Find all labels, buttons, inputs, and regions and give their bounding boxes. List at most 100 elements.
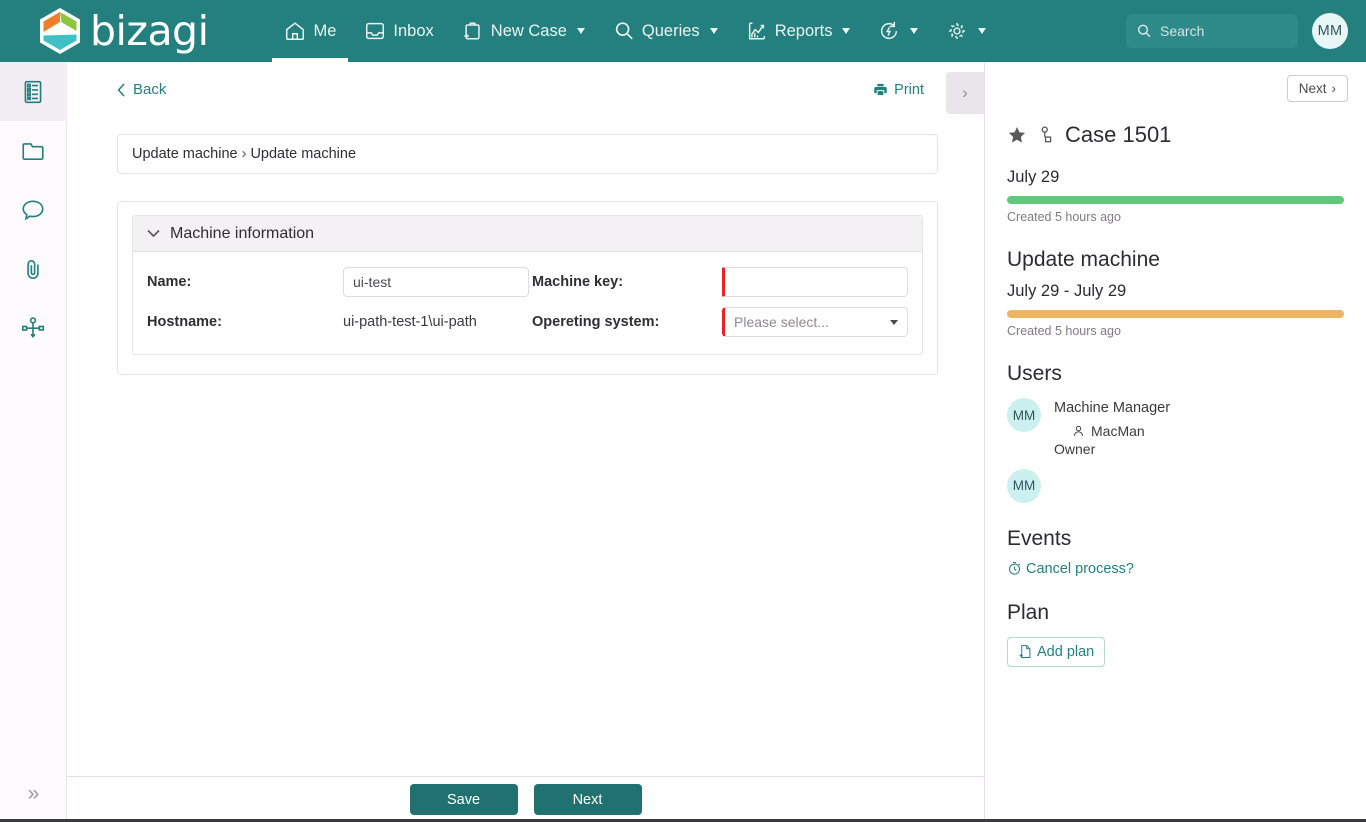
nav-label-reports: Reports bbox=[774, 21, 833, 40]
rail-item-process[interactable] bbox=[0, 298, 67, 357]
reports-icon bbox=[746, 20, 768, 42]
top-bar-right: MM bbox=[1126, 13, 1366, 49]
application-window: bizagi Me Inbox New Case Queries Reports… bbox=[0, 0, 1366, 822]
chevron-down-icon[interactable] bbox=[147, 229, 160, 238]
case-date: July 29 bbox=[1007, 168, 1060, 186]
breadcrumb-item-1: Update machine bbox=[250, 146, 357, 162]
activity-created-note: Created 5 hours ago bbox=[1007, 324, 1121, 338]
content-scroll-area: Update machine › Update machine Machine bbox=[67, 117, 984, 776]
nav-item-me[interactable]: Me bbox=[270, 0, 350, 62]
printer-icon bbox=[873, 82, 888, 97]
nav-item-settings[interactable] bbox=[932, 0, 1000, 62]
activity-title: Update machine bbox=[1007, 248, 1160, 271]
attachment-icon bbox=[20, 256, 46, 282]
gear-icon bbox=[946, 20, 968, 42]
double-chevron-right-icon: » bbox=[27, 782, 40, 805]
chevron-right-icon: › bbox=[962, 82, 968, 102]
avatar-initials: MM bbox=[1012, 478, 1036, 494]
nav-item-reports[interactable]: Reports bbox=[732, 0, 865, 62]
left-icon-rail: » bbox=[0, 62, 67, 822]
machine-key-input[interactable] bbox=[722, 267, 908, 297]
comment-icon bbox=[20, 197, 46, 223]
new-case-icon bbox=[462, 20, 484, 42]
folder-icon bbox=[20, 138, 46, 164]
user-info: Machine Manager MacMan Owner bbox=[1054, 398, 1170, 457]
hostname-value: ui-path-test-1\ui-path bbox=[343, 314, 477, 330]
list-item[interactable]: MM bbox=[1007, 468, 1344, 503]
brand-name: bizagi bbox=[90, 6, 209, 55]
content-toolbar: Back Print › bbox=[67, 62, 984, 117]
activity-progress-bar bbox=[1007, 310, 1344, 318]
rail-item-folder[interactable] bbox=[0, 121, 67, 180]
chevron-down-icon bbox=[978, 28, 987, 34]
add-plan-button[interactable]: Add plan bbox=[1007, 636, 1106, 667]
nav-label-new-case: New Case bbox=[490, 21, 567, 40]
bizagi-hexagon-icon bbox=[38, 7, 82, 55]
print-button[interactable]: Print bbox=[873, 82, 924, 98]
timer-icon bbox=[1007, 561, 1022, 576]
form-row-hostname: Hostname: ui-path-test-1\ui-path Opereti… bbox=[147, 307, 908, 337]
chevron-right-icon: › bbox=[1331, 80, 1337, 96]
panel-toolbar: Next › bbox=[985, 62, 1366, 114]
print-label: Print bbox=[894, 81, 924, 98]
global-search[interactable] bbox=[1126, 14, 1298, 48]
operating-system-select[interactable]: Please select... bbox=[722, 307, 908, 337]
nav-item-queries[interactable]: Queries bbox=[599, 0, 732, 62]
user-avatar[interactable]: MM bbox=[1312, 13, 1348, 49]
nav-item-new-case[interactable]: New Case bbox=[448, 0, 599, 62]
save-button[interactable]: Save bbox=[409, 784, 518, 815]
breadcrumb-separator: › bbox=[241, 146, 247, 162]
list-item[interactable]: MM Machine Manager MacMan Owner bbox=[1007, 398, 1344, 457]
cancel-process-label: Cancel process? bbox=[1026, 560, 1134, 577]
chevron-left-icon bbox=[117, 82, 126, 97]
chevron-down-icon bbox=[910, 28, 919, 34]
chevron-down-icon bbox=[576, 28, 585, 34]
avatar-initials: MM bbox=[1317, 23, 1343, 39]
inbox-icon bbox=[364, 20, 386, 42]
chevron-down-icon bbox=[890, 320, 898, 325]
case-title: Case 1501 bbox=[1065, 122, 1172, 147]
next-button[interactable]: Next bbox=[533, 784, 642, 815]
panel-next-label: Next bbox=[1298, 80, 1327, 96]
nav-label-inbox: Inbox bbox=[393, 21, 434, 40]
add-document-icon bbox=[1018, 644, 1033, 659]
form-card: Machine information Name: Machine key: bbox=[117, 201, 938, 375]
star-icon[interactable] bbox=[1007, 125, 1027, 145]
avatar-initials: MM bbox=[1012, 407, 1036, 423]
section-title: Machine information bbox=[170, 224, 315, 242]
machine-information-section: Machine information Name: Machine key: bbox=[132, 215, 923, 355]
process-icon bbox=[20, 315, 46, 341]
panel-next-button[interactable]: Next › bbox=[1286, 74, 1348, 102]
nav-label-queries: Queries bbox=[641, 21, 700, 40]
back-button[interactable]: Back bbox=[117, 81, 166, 98]
rail-item-attachments[interactable] bbox=[0, 239, 67, 298]
case-link-icon[interactable] bbox=[1036, 125, 1056, 145]
breadcrumb-item-0: Update machine bbox=[132, 146, 238, 162]
section-header[interactable]: Machine information bbox=[133, 216, 922, 252]
section-body: Name: Machine key: Hostname bbox=[133, 252, 922, 354]
breadcrumb: Update machine › Update machine bbox=[117, 134, 938, 174]
name-input[interactable] bbox=[343, 267, 529, 297]
nav-item-sync[interactable] bbox=[864, 0, 932, 62]
rail-item-form[interactable] bbox=[0, 62, 67, 121]
activity-date: July 29 - July 29 bbox=[1007, 282, 1127, 300]
person-icon bbox=[1072, 424, 1085, 438]
top-navigation-bar: bizagi Me Inbox New Case Queries Reports… bbox=[0, 0, 1366, 62]
avatar: MM bbox=[1007, 468, 1041, 503]
plan-heading: Plan bbox=[1007, 600, 1050, 624]
case-created-note: Created 5 hours ago bbox=[1007, 210, 1121, 224]
home-icon bbox=[284, 20, 306, 42]
form-row-name: Name: Machine key: bbox=[147, 267, 908, 297]
collapse-panel-button[interactable]: › bbox=[946, 71, 984, 114]
brand-logo[interactable]: bizagi bbox=[0, 6, 209, 55]
app-body: » Back Print › Update machine › Update m… bbox=[0, 62, 1366, 822]
chevron-down-icon bbox=[709, 28, 718, 34]
user-handle: MacMan bbox=[1091, 422, 1145, 439]
expand-rail-button[interactable]: » bbox=[0, 766, 67, 822]
search-input[interactable] bbox=[1160, 23, 1288, 39]
nav-item-inbox[interactable]: Inbox bbox=[350, 0, 447, 62]
search-icon bbox=[1136, 23, 1152, 39]
rail-item-comments[interactable] bbox=[0, 180, 67, 239]
cancel-process-link[interactable]: Cancel process? bbox=[1007, 561, 1344, 577]
panel-content: Case 1501 July 29 Created 5 hours ago Up… bbox=[985, 122, 1366, 667]
